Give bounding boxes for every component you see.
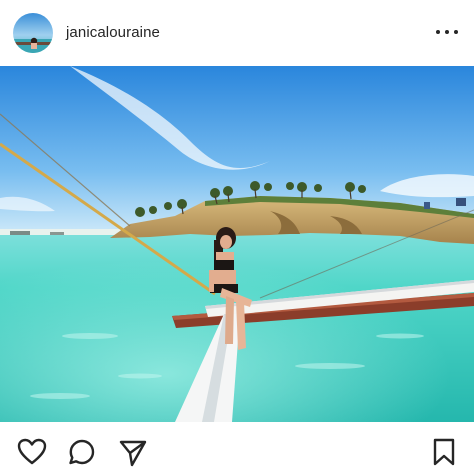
dot: [454, 30, 458, 34]
username[interactable]: janicalouraine: [66, 24, 160, 41]
dot: [445, 30, 449, 34]
send-paper-plane-icon[interactable]: [118, 437, 148, 467]
beach-scene-image: [0, 66, 474, 422]
post-header: janicalouraine: [0, 0, 474, 66]
heart-icon[interactable]: [17, 437, 47, 467]
avatar-image: [13, 13, 53, 53]
dot: [436, 30, 440, 34]
bookmark-icon[interactable]: [429, 437, 459, 467]
post-actions-bar: [0, 422, 474, 474]
post-photo[interactable]: [0, 66, 474, 422]
comment-bubble-icon[interactable]: [67, 437, 97, 467]
more-options-icon[interactable]: [436, 24, 458, 40]
avatar[interactable]: [13, 13, 53, 53]
